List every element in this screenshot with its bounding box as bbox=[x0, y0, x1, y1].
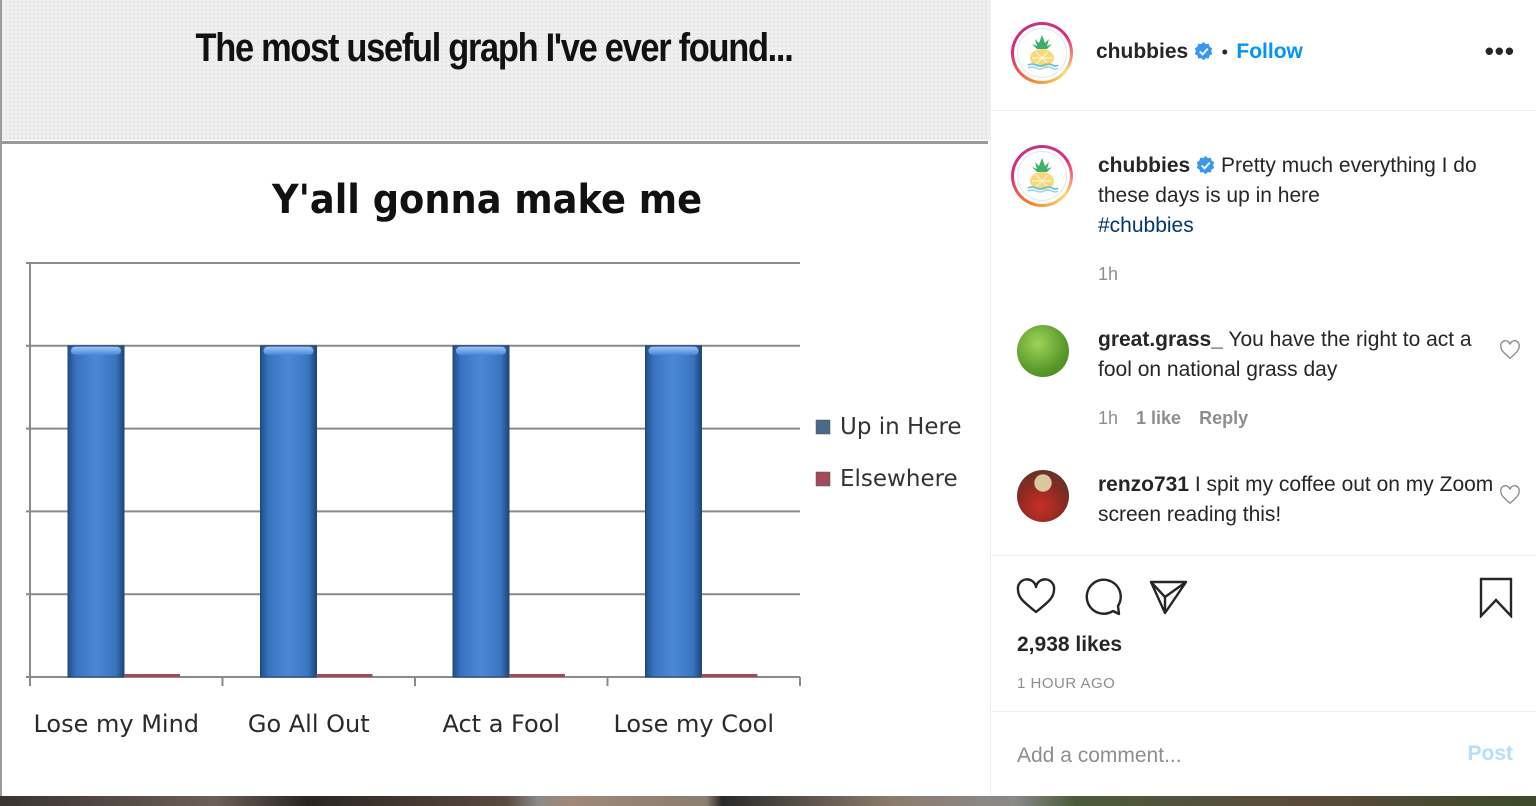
follow-button[interactable]: Follow bbox=[1236, 40, 1303, 63]
bar-elsewhere bbox=[701, 674, 758, 677]
legend-label: Elsewhere bbox=[840, 466, 958, 492]
x-tick-label: Go All Out bbox=[248, 710, 370, 738]
background-feed-strip bbox=[0, 796, 1536, 806]
post-comment-button[interactable]: Post bbox=[1467, 742, 1513, 766]
caption-username[interactable]: chubbies bbox=[1098, 154, 1190, 177]
pineapple-logo-icon bbox=[1017, 28, 1067, 78]
comment-bubble-icon[interactable] bbox=[1081, 576, 1123, 618]
x-tick-labels: Lose my Mind Go All Out Act a Fool Lose my … bbox=[33, 710, 774, 738]
caption-avatar[interactable] bbox=[1011, 145, 1073, 207]
likes-count[interactable]: 2,938 likes bbox=[1017, 633, 1122, 657]
bar-highlight bbox=[648, 346, 699, 355]
x-tick-label: Lose my Cool bbox=[613, 710, 774, 738]
bar-chart: Y'all gonna make me Lose my Mind Go All O… bbox=[26, 177, 962, 738]
caption-time: 1h bbox=[1098, 264, 1119, 284]
bar-highlight bbox=[263, 346, 314, 355]
like-comment-heart-icon[interactable] bbox=[1499, 484, 1521, 506]
more-options-button[interactable]: ••• bbox=[1485, 36, 1515, 67]
post-details-panel: chubbies • Follow ••• chubbies Pretty mu… bbox=[990, 0, 1536, 796]
commenter-avatar[interactable] bbox=[1017, 325, 1069, 377]
avatar[interactable] bbox=[1011, 22, 1073, 84]
bar-up-in-here bbox=[452, 345, 510, 678]
add-comment-input[interactable] bbox=[1017, 738, 1437, 774]
legend-swatch bbox=[815, 419, 831, 435]
post-timestamp[interactable]: 1 HOUR AGO bbox=[1017, 675, 1115, 692]
verified-badge-icon bbox=[1194, 42, 1213, 61]
username-link[interactable]: chubbies bbox=[1096, 40, 1188, 63]
meme-header-text: The most useful graph I've ever found... bbox=[195, 26, 794, 70]
bar-highlight bbox=[71, 346, 121, 355]
post-actions: 2,938 likes 1 HOUR AGO bbox=[991, 555, 1536, 712]
verified-badge-icon bbox=[1196, 156, 1215, 175]
bar-elsewhere bbox=[124, 674, 180, 677]
bar-elsewhere bbox=[509, 674, 565, 677]
bar-up-in-here bbox=[645, 345, 702, 678]
bar-up-in-here bbox=[260, 345, 317, 678]
meme-header: The most useful graph I've ever found... bbox=[0, 0, 990, 140]
x-tick-label: Act a Fool bbox=[442, 710, 560, 738]
legend: Up in Here Elsewhere bbox=[815, 414, 962, 492]
save-bookmark-icon[interactable] bbox=[1475, 576, 1517, 618]
like-heart-icon[interactable] bbox=[1015, 576, 1057, 618]
commenter-avatar[interactable] bbox=[1017, 470, 1069, 522]
like-comment-heart-icon[interactable] bbox=[1499, 339, 1521, 361]
pineapple-logo-icon bbox=[1017, 151, 1067, 201]
legend-swatch bbox=[815, 471, 831, 487]
reply-button[interactable]: Reply bbox=[1199, 408, 1248, 428]
hashtag-link[interactable]: #chubbies bbox=[1098, 214, 1194, 237]
chart-title: Y'all gonna make me bbox=[271, 177, 702, 224]
caption: chubbies Pretty much everything I do the… bbox=[991, 145, 1536, 295]
bar-up-in-here bbox=[67, 345, 125, 678]
separator-dot: • bbox=[1221, 42, 1228, 62]
legend-label: Up in Here bbox=[840, 414, 962, 440]
x-tick-label: Lose my Mind bbox=[33, 710, 199, 738]
bar-highlight bbox=[456, 346, 506, 355]
post-header: chubbies • Follow ••• bbox=[991, 0, 1536, 111]
comment-time: 1h bbox=[1098, 408, 1119, 428]
comment-item: renzo731 I spit my coffee out on my Zoom… bbox=[991, 470, 1536, 540]
comment-username[interactable]: great.grass_ bbox=[1098, 328, 1223, 351]
post-media[interactable]: The most useful graph I've ever found...… bbox=[0, 0, 990, 796]
share-paper-plane-icon[interactable] bbox=[1147, 576, 1189, 618]
comment-username[interactable]: renzo731 bbox=[1098, 473, 1189, 496]
bar-elsewhere bbox=[316, 674, 373, 677]
comment-likes[interactable]: 1 like bbox=[1136, 408, 1181, 428]
comment-item: great.grass_ You have the right to act a… bbox=[991, 325, 1536, 435]
